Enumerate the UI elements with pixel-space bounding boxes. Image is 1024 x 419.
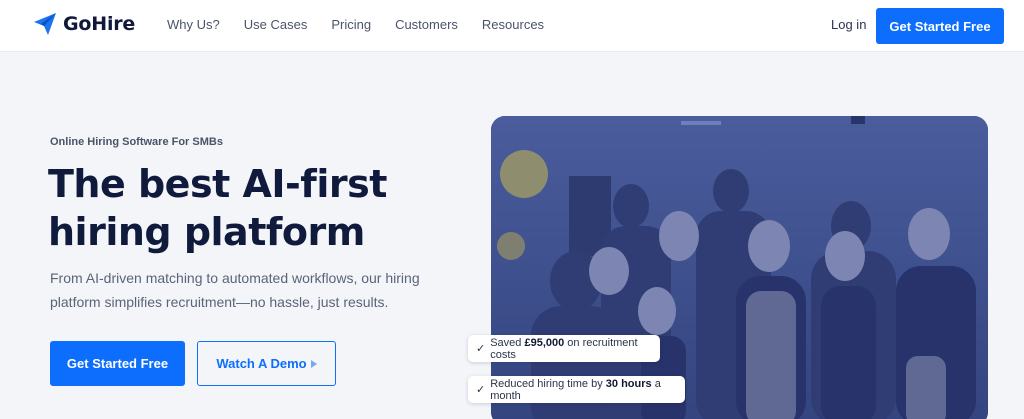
nav-item-use-cases[interactable]: Use Cases <box>244 17 308 32</box>
headline-line-1: The best AI-first <box>48 162 387 206</box>
team-photo-illustration <box>491 116 988 419</box>
stat-prefix: Reduced hiring time by <box>490 377 606 390</box>
hero-subtext: From AI-driven matching to automated wor… <box>50 270 420 310</box>
stat-highlight: 30 hours <box>605 377 652 390</box>
stat-badge-time: ✓ Reduced hiring time by 30 hours a mont… <box>468 376 685 403</box>
nav-item-resources[interactable]: Resources <box>482 17 544 32</box>
watch-demo-label: Watch A Demo <box>216 356 307 371</box>
play-icon <box>310 360 317 368</box>
hero-eyebrow: Online Hiring Software For SMBs <box>50 136 223 148</box>
team-photo <box>491 116 988 419</box>
login-link[interactable]: Log in <box>831 17 866 32</box>
get-started-header-button[interactable]: Get Started Free <box>876 8 1004 44</box>
nav-item-pricing[interactable]: Pricing <box>331 17 371 32</box>
gohire-logo[interactable]: GoHire <box>33 12 135 36</box>
stat-text: Reduced hiring time by 30 hours a month <box>490 378 677 402</box>
watch-demo-button[interactable]: Watch A Demo <box>197 341 336 386</box>
check-icon: ✓ <box>476 384 486 396</box>
paper-plane-icon <box>34 13 56 35</box>
stat-prefix: Saved <box>490 336 525 349</box>
get-started-hero-button[interactable]: Get Started Free <box>50 341 185 386</box>
main-nav: Why Us? Use Cases Pricing Customers Reso… <box>167 17 544 32</box>
nav-item-why-us[interactable]: Why Us? <box>167 17 220 32</box>
check-icon: ✓ <box>476 343 486 355</box>
hero-headline: The best AI-first hiring platform <box>48 160 468 256</box>
stat-highlight: £95,000 <box>524 336 565 349</box>
nav-item-customers[interactable]: Customers <box>395 17 458 32</box>
stat-badge-savings: ✓ Saved £95,000 on recruitment costs <box>468 335 660 362</box>
top-nav-bar: GoHire Why Us? Use Cases Pricing Custome… <box>0 0 1024 52</box>
brand-name: GoHire <box>63 13 136 35</box>
headline-line-2: hiring platform <box>48 210 365 254</box>
stat-text: Saved £95,000 on recruitment costs <box>490 337 652 361</box>
